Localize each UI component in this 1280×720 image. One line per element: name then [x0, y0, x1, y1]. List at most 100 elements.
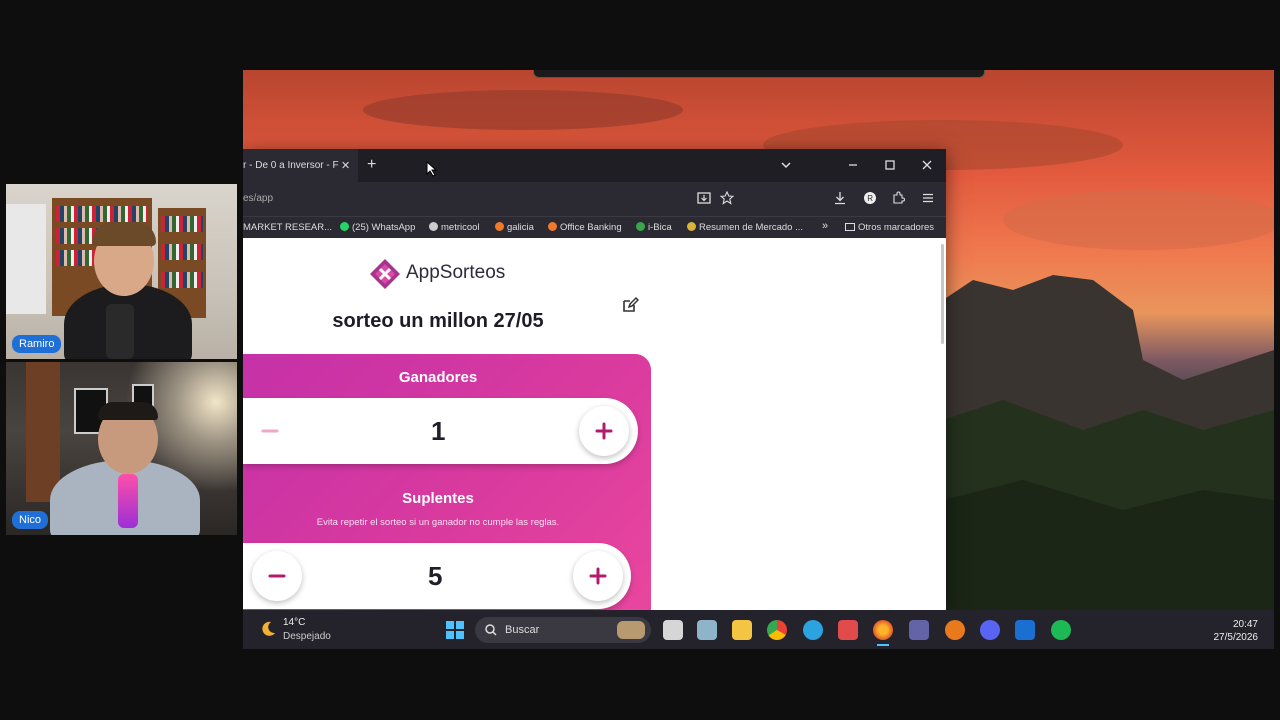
plus-icon	[589, 567, 607, 585]
clock-date: 27/5/2026	[1213, 632, 1259, 643]
telegram-icon[interactable]	[803, 620, 823, 640]
moon-weather-icon	[262, 621, 275, 636]
books	[161, 244, 203, 260]
more-bookmarks-icon[interactable]: »	[822, 220, 828, 232]
firefox-icon[interactable]	[873, 620, 893, 640]
chrome-icon[interactable]	[767, 620, 787, 640]
minimize-icon[interactable]	[847, 159, 859, 171]
whatsapp-icon	[340, 222, 349, 231]
download-icon[interactable]	[833, 191, 847, 205]
winners-value[interactable]: 1	[431, 416, 445, 447]
substitutes-stepper: 5	[243, 543, 631, 609]
bookmark-item[interactable]: Office Banking	[548, 222, 622, 233]
spotify-icon[interactable]	[1051, 620, 1071, 640]
books	[161, 216, 203, 232]
winners-decrement-button[interactable]	[245, 406, 295, 456]
bookmark-item[interactable]: Resumen de Mercado ...	[687, 222, 803, 233]
substitutes-label: Suplentes	[402, 490, 474, 507]
bookmark-star-icon[interactable]	[720, 191, 734, 205]
cloud	[1003, 190, 1274, 250]
raffle-settings-card: Ganadores 1 Suplentes Evita repetir el s…	[243, 354, 651, 610]
plus-icon	[595, 422, 613, 440]
substitutes-help-text: Evita repetir el sorteo si un ganador no…	[316, 517, 560, 528]
winners-stepper: 1	[243, 398, 638, 464]
windows-start-icon[interactable]	[445, 620, 465, 640]
taskbar: 14°C Despejado Buscar 20:47 27/5/2026	[243, 610, 1274, 649]
weather-condition[interactable]: Despejado	[283, 631, 331, 642]
browser-titlebar: r - De 0 a Inversor - F ✕ +	[243, 149, 946, 182]
screen: Ramiro Nico r - De 0 a Inversor - F ✕ + …	[0, 0, 1280, 720]
books	[161, 272, 203, 288]
maximize-icon[interactable]	[884, 159, 896, 171]
person-hair	[98, 402, 158, 420]
close-window-icon[interactable]	[921, 159, 933, 171]
tab-list-icon[interactable]	[780, 159, 792, 171]
logo-text: AppSorteos	[406, 262, 506, 283]
folder-icon	[845, 223, 855, 231]
active-app-indicator	[877, 644, 889, 646]
shoe-rack	[6, 204, 46, 314]
microphone	[106, 304, 134, 359]
browser-window: r - De 0 a Inversor - F ✕ + es/app R MAR…	[243, 149, 946, 610]
books	[56, 206, 148, 222]
webcam-ramiro: Ramiro	[6, 184, 237, 359]
mountains	[943, 275, 1274, 620]
winners-increment-button[interactable]	[579, 406, 629, 456]
desktop: r - De 0 a Inversor - F ✕ + es/app R MAR…	[243, 70, 1274, 649]
search-highlight-icon	[617, 621, 645, 639]
bookmark-item[interactable]: MARKET RESEAR...	[243, 222, 332, 233]
teams-icon[interactable]	[909, 620, 929, 640]
file-explorer-icon[interactable]	[732, 620, 752, 640]
new-tab-button[interactable]: +	[367, 156, 376, 174]
minus-icon	[261, 429, 279, 433]
bookmark-item[interactable]: i-Bica	[636, 222, 672, 233]
weather-temperature[interactable]: 14°C	[283, 617, 305, 628]
taskbar-search[interactable]: Buscar	[475, 617, 651, 643]
menu-icon[interactable]	[921, 191, 935, 205]
calculator-icon[interactable]	[697, 620, 717, 640]
media-player-icon[interactable]	[945, 620, 965, 640]
install-app-icon[interactable]	[697, 191, 711, 205]
system-clock[interactable]: 20:47 27/5/2026	[1214, 618, 1259, 644]
youtube-music-icon[interactable]	[838, 620, 858, 640]
door	[26, 362, 60, 502]
cloud	[363, 90, 683, 130]
bookmarks-bar: MARKET RESEAR... (25) WhatsApp metricool…	[243, 216, 946, 238]
participant-label: Nico	[12, 511, 49, 529]
address-bar[interactable]: es/app R	[243, 182, 946, 216]
bookmark-folder[interactable]: Otros marcadores	[845, 222, 934, 233]
tab-close-icon[interactable]: ✕	[341, 159, 350, 172]
app-page: AppSorteos sorteo un millon 27/05 Ganado…	[243, 238, 946, 610]
market-icon	[687, 222, 696, 231]
bookmark-item[interactable]: metricool	[429, 222, 480, 233]
globe-icon	[429, 222, 438, 231]
task-view-icon[interactable]	[663, 620, 683, 640]
bank-icon	[548, 222, 557, 231]
url-text[interactable]: es/app	[243, 193, 273, 204]
winners-label: Ganadores	[398, 369, 478, 386]
scrollbar[interactable]	[941, 244, 944, 344]
bookmark-item[interactable]: (25) WhatsApp	[340, 222, 415, 233]
ibica-icon	[636, 222, 645, 231]
svg-text:R: R	[867, 194, 873, 203]
participant-label: Ramiro	[12, 335, 62, 353]
clock-time: 20:47	[1232, 619, 1258, 630]
minus-icon	[268, 574, 286, 578]
bookmark-item[interactable]: galicia	[495, 222, 534, 233]
rgb-microphone	[118, 474, 138, 528]
substitutes-value[interactable]: 5	[428, 561, 442, 592]
galicia-icon	[495, 222, 504, 231]
profile-icon[interactable]: R	[863, 191, 877, 205]
tab-title: r - De 0 a Inversor - F	[243, 160, 339, 171]
web-app-icon[interactable]	[1015, 620, 1035, 640]
substitutes-decrement-button[interactable]	[252, 551, 302, 601]
search-placeholder: Buscar	[505, 624, 540, 636]
discord-icon[interactable]	[980, 620, 1000, 640]
mouse-cursor-icon	[426, 161, 438, 177]
substitutes-increment-button[interactable]	[573, 551, 623, 601]
appsorteos-logo-icon	[370, 259, 400, 289]
raffle-title: sorteo un millon 27/05	[332, 310, 544, 332]
extensions-icon[interactable]	[891, 191, 905, 205]
webcam-nico: Nico	[6, 362, 237, 535]
window-snap-bar	[533, 70, 985, 78]
